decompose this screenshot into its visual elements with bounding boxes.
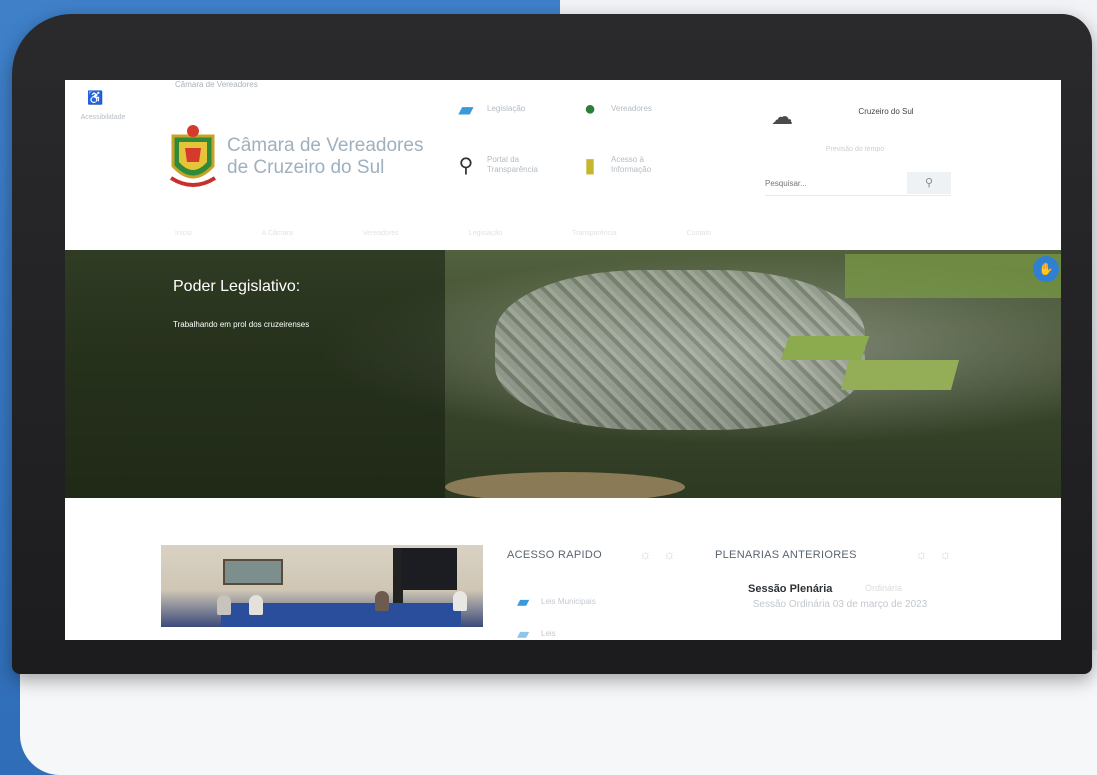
search-button[interactable]: ⚲ [907, 172, 951, 194]
hero-image-field [840, 360, 960, 390]
sun-icon: ☼ [939, 546, 952, 562]
session-photo[interactable] [161, 545, 483, 627]
nav-item-camara[interactable]: A Câmara [262, 230, 293, 237]
magnifier-icon: ⚲ [458, 154, 474, 177]
nav-item-transparencia[interactable]: Transparência [572, 230, 617, 237]
hero-banner[interactable]: Poder Legislativo: Trabalhando em prol d… [65, 250, 1061, 498]
hero-title: Poder Legislativo: [173, 278, 301, 295]
photo-person [217, 595, 231, 615]
nav-item-legislacao[interactable]: Legislação [469, 230, 502, 237]
device-frame: ♿ Acessibilidade Câmara de Vereadores Câ… [12, 14, 1092, 674]
info-icon: ▮ [584, 154, 596, 177]
quick-access-item[interactable]: Leis Municipais [541, 597, 596, 606]
book-icon[interactable]: ▰ [517, 592, 529, 612]
nav-item-contato[interactable]: Contato [687, 230, 712, 237]
quick-link-legislacao[interactable]: ▰ Legislação [453, 96, 553, 122]
hero-image-field [780, 336, 870, 360]
site-header: ♿ Acessibilidade Câmara de Vereadores Câ… [65, 80, 1061, 250]
person-icon: ● [583, 97, 597, 120]
photo-person [453, 591, 467, 611]
hero-subtitle: Trabalhando em prol dos cruzeirenses [173, 320, 310, 329]
site-name[interactable]: Câmara de Vereadores de Cruzeiro do Sul [227, 135, 427, 179]
quick-link-transparencia[interactable]: ⚲ Portal da Transparência [453, 152, 553, 178]
coat-of-arms-logo[interactable] [165, 122, 221, 192]
photo-person [249, 595, 263, 615]
lower-content: ACESSO RAPIDO ☼ ☼ ▰ Leis Municipais ▰ Le… [65, 498, 1061, 640]
search-input[interactable] [765, 172, 895, 194]
nav-item-inicio[interactable]: Início [175, 230, 192, 237]
plenary-title[interactable]: Sessão Plenária [748, 583, 832, 595]
sun-icon: ☼ [663, 546, 676, 562]
photo-screen [401, 548, 457, 590]
quick-access-title: ACESSO RAPIDO [507, 549, 602, 561]
accessibility-icon[interactable]: ♿ [87, 90, 103, 106]
quick-link-informacao[interactable]: ▮ Acesso à Informação [577, 152, 677, 178]
photo-person [375, 591, 389, 611]
quick-access-item[interactable]: Leis [541, 629, 556, 638]
weather-subtitle: Previsão do tempo [825, 146, 885, 153]
quick-link-label: Portal da Transparência [487, 155, 538, 174]
sun-icon: ☼ [639, 546, 652, 562]
cloud-rain-icon: ☁ [771, 104, 793, 129]
website-screen: ♿ Acessibilidade Câmara de Vereadores Câ… [65, 80, 1061, 640]
plenaries-title: PLENARIAS ANTERIORES [715, 549, 857, 561]
nav-item-vereadores[interactable]: Vereadores [363, 230, 399, 237]
plenary-title-tail: Ordinária [865, 583, 903, 593]
weather-text: Cruzeiro do Sul [858, 107, 914, 116]
main-navigation: Início A Câmara Vereadores Legislação Tr… [175, 230, 935, 237]
quick-link-vereadores[interactable]: ● Vereadores [577, 96, 677, 122]
sun-icon: ☼ [915, 546, 928, 562]
accessibility-label[interactable]: Acessibilidade [73, 114, 133, 121]
photo-painting [223, 559, 283, 585]
book-icon[interactable]: ▰ [517, 624, 529, 640]
hero-image-river [445, 472, 685, 498]
book-icon: ▰ [458, 98, 474, 121]
search-icon: ⚲ [924, 177, 934, 189]
top-small-text: Câmara de Vereadores [175, 80, 258, 89]
accessibility-hand-icon[interactable]: ✋ [1033, 256, 1059, 282]
quick-link-label: Vereadores [611, 104, 652, 113]
search-bar: ⚲ [765, 172, 951, 196]
quick-link-label: Acesso à Informação [611, 155, 652, 174]
hero-image-field [845, 254, 1061, 298]
plenary-subtitle: Sessão Ordinária 03 de março de 2023 [752, 599, 928, 610]
quick-link-label: Legislação [487, 104, 526, 113]
